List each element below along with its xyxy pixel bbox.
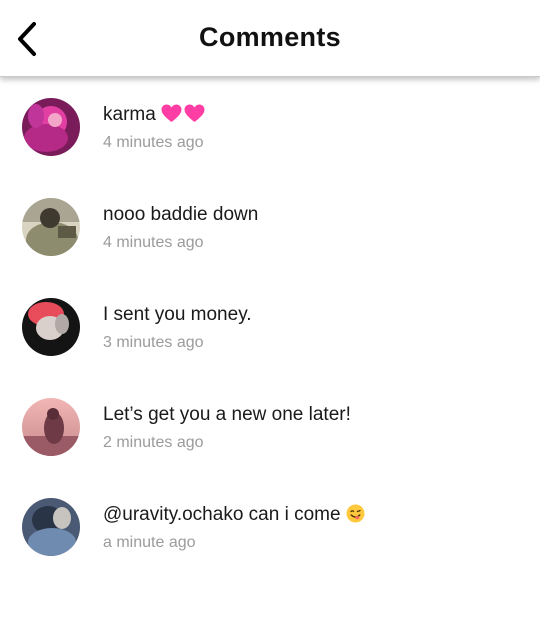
comment-item[interactable]: nooo baddie down 4 minutes ago	[0, 177, 540, 277]
top-bar: Comments	[0, 0, 540, 77]
comment-item[interactable]: I sent you money. 3 minutes ago	[0, 277, 540, 377]
comment-timestamp: 2 minutes ago	[103, 434, 204, 451]
savoring-face-icon	[346, 504, 367, 529]
avatar[interactable]	[22, 298, 80, 356]
comment-timestamp: 4 minutes ago	[103, 234, 204, 251]
comment-text: I sent you money.	[103, 304, 252, 325]
comment-item[interactable]: karma 4 minutes ago	[0, 77, 540, 177]
avatar[interactable]	[22, 98, 80, 156]
pink-heart-icon	[161, 104, 207, 129]
comment-timestamp: 3 minutes ago	[103, 334, 204, 351]
avatar[interactable]	[22, 398, 80, 456]
comments-list: karma 4 minutes ago nooo baddie down 4 m…	[0, 77, 540, 577]
page-title: Comments	[199, 22, 341, 52]
comment-text: @uravity.ochako can i come	[103, 504, 367, 529]
avatar[interactable]	[22, 198, 80, 256]
avatar[interactable]	[22, 498, 80, 556]
comment-timestamp: a minute ago	[103, 534, 196, 551]
comment-item[interactable]: @uravity.ochako can i come a minute ago	[0, 477, 540, 577]
comment-timestamp: 4 minutes ago	[103, 134, 204, 151]
comment-item[interactable]: Let’s get you a new one later! 2 minutes…	[0, 377, 540, 477]
comment-text: karma	[103, 104, 207, 129]
comment-text: Let’s get you a new one later!	[103, 404, 351, 425]
comment-text: nooo baddie down	[103, 204, 259, 225]
